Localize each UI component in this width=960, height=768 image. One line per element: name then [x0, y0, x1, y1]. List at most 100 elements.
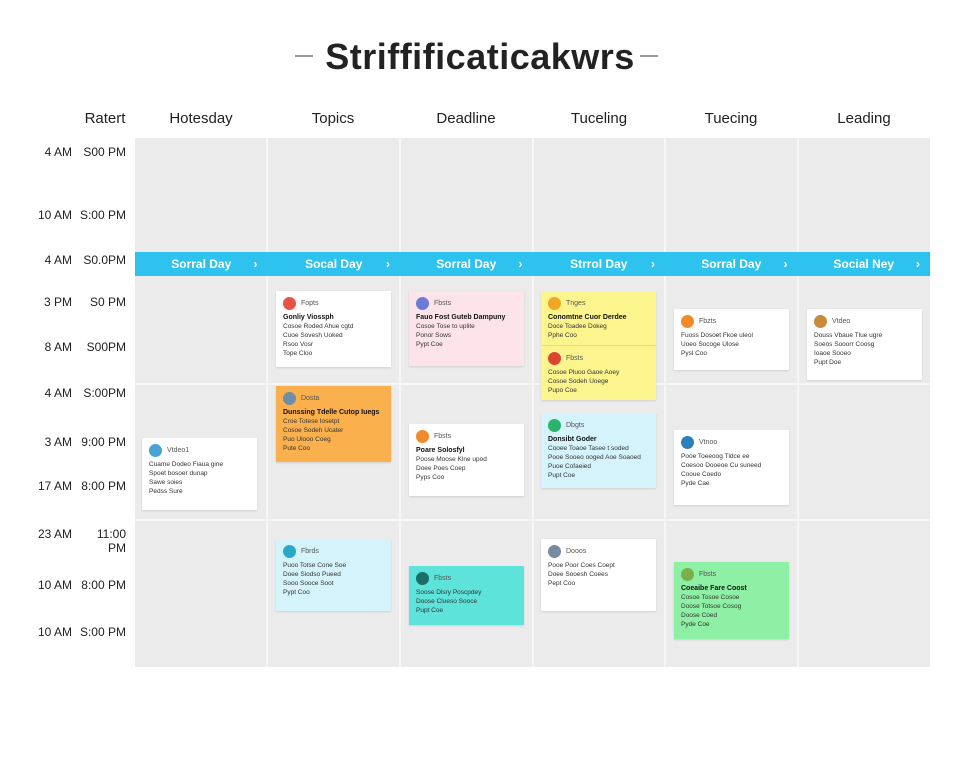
card-line: Doose Clueso Sooce	[416, 598, 478, 605]
card-line: Cosoe Tose to uplite	[416, 323, 475, 330]
column-header[interactable]: Ratert	[70, 110, 140, 127]
event-card[interactable]: Fbsts Coeaibe Fare Coost Cosoe Tosoe Cosoe…	[674, 562, 789, 639]
banner-cell[interactable]: Sorral Day ›	[665, 252, 798, 276]
card-line: Pupt Doe	[814, 359, 842, 366]
time-label: S00PM	[86, 340, 126, 354]
chevron-right-icon[interactable]: ›	[651, 252, 655, 276]
card-line: Doee Sooesh Coees	[548, 571, 608, 578]
banner-cell[interactable]: Strrol Day ›	[533, 252, 666, 276]
time-label: 9:00 PM	[81, 435, 126, 449]
banner-cell[interactable]: Socal Day ›	[268, 252, 401, 276]
event-card[interactable]: Dosta Dunssing Tdelle Cutop Iuegs Croe Tot…	[276, 386, 391, 462]
chevron-right-icon[interactable]: ›	[784, 252, 788, 276]
card-line: Pedss Sure	[149, 488, 183, 495]
card-label: Fbsts	[434, 575, 452, 582]
card-line: Cosoe Sodeh Uoege	[548, 378, 609, 385]
event-card[interactable]: Fbsts Soose Dlsry Poscpdey Doose Clueso So…	[409, 566, 524, 625]
card-line: Cuame Dodeo Fiaua gine	[149, 461, 224, 468]
card-line: Doose Totsoe Cosog	[681, 603, 742, 610]
time-label: S:00PM	[83, 386, 126, 400]
event-card[interactable]: Vtdeo1 Cuame Dodeo Fiaua gine Spoet bosoer…	[142, 438, 257, 510]
card-line: Sawe soies	[149, 479, 183, 486]
event-card[interactable]: Tnges Conomtne Cuor Derdee Doce Toadee Dok…	[541, 291, 656, 345]
card-line: Pupt Coe	[548, 472, 576, 479]
event-card[interactable]: Vtnoo Pooe Toeeoog Tldce ee Coesoo Dooeoe …	[674, 430, 789, 505]
chevron-right-icon[interactable]: ›	[519, 252, 523, 276]
chevron-right-icon[interactable]: ›	[386, 252, 390, 276]
card-line: Rsoo Vosr	[283, 341, 313, 348]
event-card[interactable]: Fbsts Fauo Fost Guteb Dampuny Cosoe Tose t…	[409, 291, 524, 366]
column-header[interactable]: Leading	[798, 110, 930, 127]
event-card[interactable]: Fbsts Cosoe Pluoo Gaoe Aoey Cosoe Sodeh Uo…	[541, 346, 656, 400]
avatar-icon	[814, 315, 827, 328]
card-line: Pyde Coe	[681, 621, 710, 628]
event-card[interactable]: Dooos Pooe Poor Coes Coept Doee Sooesh Coe…	[541, 539, 656, 611]
card-label: Fbsts	[566, 355, 584, 362]
column-header[interactable]: Tuceling	[533, 110, 665, 127]
page-title: Striffificaticakwrs	[325, 36, 635, 77]
card-line: Doee Siodso Pueed	[283, 571, 341, 578]
time-label: 3 AM	[44, 435, 72, 449]
card-line: Ponor Sows	[416, 332, 452, 339]
time-label: 3 PM	[43, 295, 72, 309]
card-header: Fopts	[283, 297, 384, 310]
column-header[interactable]: Hotesday	[135, 110, 267, 127]
banner-label: Sorral Day	[436, 257, 497, 271]
event-card[interactable]: Fopts Gonliy Viossph Cosoe Roded Ahue cgtd…	[276, 291, 391, 367]
banner-cell[interactable]: Sorral Day ›	[135, 252, 268, 276]
banner-row: Sorral Day › Socal Day › Sorral Day › Strrol D…	[135, 252, 930, 276]
card-line: Pooe Sooeo ooged Aoe Soaoed	[548, 454, 641, 461]
card-header: Fbsts	[416, 430, 517, 443]
event-card[interactable]: Dbgts Donsibt Goder Cooee Toaoe Tasee t so…	[541, 413, 656, 488]
column-header[interactable]: Tuecing	[665, 110, 797, 127]
card-line: Cosoe Tosoe Cosoe	[681, 594, 740, 601]
event-card[interactable]: Fbrds Puoo Totse Cone Soe Doee Siodso Puee…	[276, 539, 391, 611]
card-label: Vtdeo1	[167, 447, 190, 454]
card-line: Doee Poes Coep	[416, 465, 466, 472]
card-header: Dooos	[548, 545, 649, 558]
card-line: Pypt Coe	[416, 341, 443, 348]
card-line: Cooee Toaoe Tasee t soded	[548, 445, 629, 452]
card-label: Fbsts	[434, 433, 452, 440]
chevron-right-icon[interactable]: ›	[254, 252, 258, 276]
avatar-icon	[548, 545, 561, 558]
banner-label: Sorral Day	[171, 257, 232, 271]
banner-cell[interactable]: Sorral Day ›	[400, 252, 533, 276]
card-line: Pupt Coe	[416, 607, 444, 614]
card-line: Doose Coed	[681, 612, 718, 619]
card-label: Fbsts	[434, 300, 452, 307]
banner-cell[interactable]: Social Ney ›	[798, 252, 931, 276]
card-header: Tnges	[548, 297, 649, 310]
event-card[interactable]: Fbzts Fuoss Dosoet Fkoe uleol Uoeo Socoge …	[674, 309, 789, 370]
time-label: 8:00 PM	[81, 479, 126, 493]
card-header: Vtdeo1	[149, 444, 250, 457]
card-label: Fbsts	[699, 571, 717, 578]
card-line: Ioaoe Sooeo	[814, 350, 851, 357]
card-line: Soose Dlsry Poscpdey	[416, 589, 482, 596]
column-header[interactable]: Deadline	[400, 110, 532, 127]
banner-label: Sorral Day	[701, 257, 762, 271]
card-line: Puoe Cofaeied	[548, 463, 592, 470]
card-header: Fbsts	[416, 297, 517, 310]
time-label: 17 AM	[37, 479, 72, 493]
card-line: Puo Ulooo Coeg	[283, 436, 331, 443]
card-line: Uoeo Socoge Ulose	[681, 341, 739, 348]
avatar-icon	[681, 436, 694, 449]
time-label: S00 PM	[83, 145, 126, 159]
card-line: Pept Coo	[548, 580, 576, 587]
card-line: Douss Vbaue Tlue ugre	[814, 332, 883, 339]
card-line: Pooe Toeeoog Tldce ee	[681, 453, 750, 460]
chevron-right-icon[interactable]: ›	[916, 252, 920, 276]
card-label: Dbgts	[566, 422, 585, 429]
card-line: Cuoe Sovesh Uoked	[283, 332, 343, 339]
avatar-icon	[283, 297, 296, 310]
time-label: 23 AM	[37, 527, 72, 541]
event-card[interactable]: Vtdeo Douss Vbaue Tlue ugre Soeos Sooorr C…	[807, 309, 922, 380]
column-header[interactable]: Topics	[267, 110, 399, 127]
time-label: 4 AM	[44, 253, 72, 267]
banner-label: Social Ney	[833, 257, 895, 271]
card-title: Dunssing Tdelle Cutop Iuegs	[283, 409, 380, 416]
event-card[interactable]: Fbsts Poare Solosfyl Poose Moose Klne upod…	[409, 424, 524, 496]
banner-label: Socal Day	[305, 257, 363, 271]
card-line: Tope Cloo	[283, 350, 313, 357]
